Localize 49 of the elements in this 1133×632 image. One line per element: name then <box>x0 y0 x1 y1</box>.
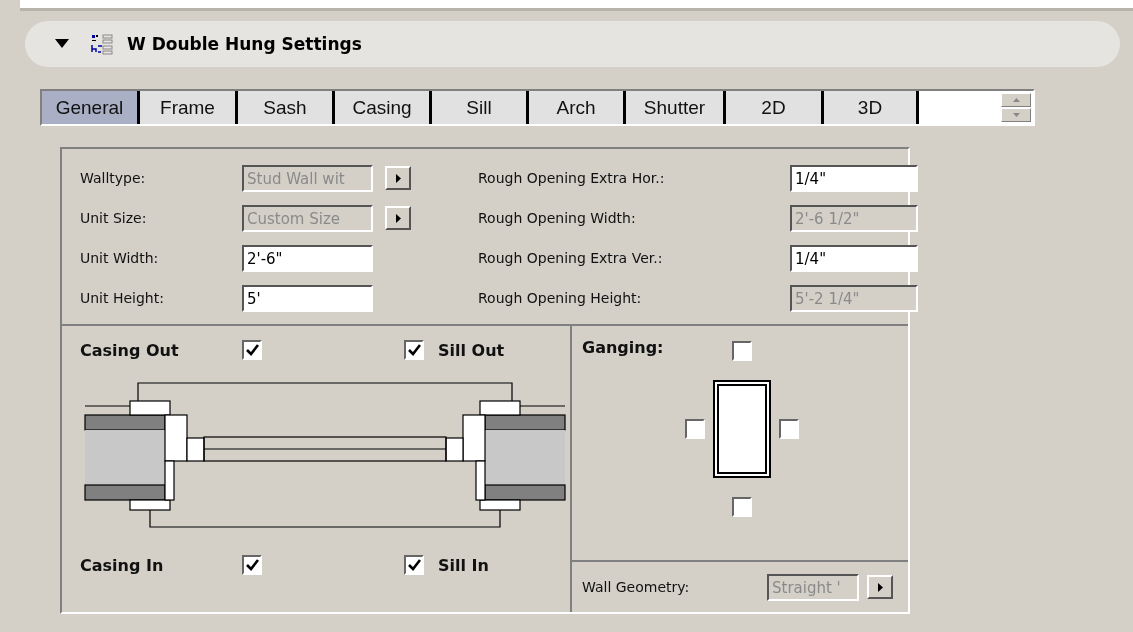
ganging-label: Ganging: <box>582 338 664 357</box>
text-field[interactable]: 1/4" <box>790 164 918 192</box>
checkbox[interactable] <box>685 419 705 439</box>
dropdown-button[interactable] <box>385 206 411 230</box>
checkbox[interactable] <box>732 497 752 517</box>
caret-icon <box>395 213 401 223</box>
tab[interactable]: 3D <box>821 91 916 124</box>
option-label: Casing In <box>80 555 165 575</box>
checkbox[interactable] <box>404 340 424 360</box>
up-arrow-icon <box>1012 98 1020 102</box>
dropdown-button[interactable] <box>385 166 411 190</box>
field-label: Unit Height: <box>80 290 165 306</box>
caret-icon <box>877 582 883 592</box>
tab[interactable]: Arch <box>526 91 623 124</box>
scroll-up-button[interactable] <box>1001 93 1031 107</box>
tab[interactable]: 2D <box>723 91 821 124</box>
section-title: W Double Hung Settings <box>127 34 362 54</box>
field-label: Unit Size: <box>80 210 148 226</box>
option-label: Casing Out <box>80 340 180 360</box>
caret-icon <box>395 173 401 183</box>
down-arrow-icon <box>1012 113 1020 117</box>
checkbox[interactable] <box>242 555 262 575</box>
field-label: Unit Width: <box>80 250 160 266</box>
field-label: Rough Opening Height: <box>478 290 643 306</box>
option-label: Sill In <box>438 555 489 575</box>
tab[interactable]: Frame <box>137 91 235 124</box>
field-label: Rough Opening Extra Ver.: <box>478 250 664 266</box>
window-unit-icon <box>713 380 771 478</box>
text-field[interactable]: 5' <box>242 284 373 312</box>
field-label: Wall Geometry: <box>582 579 691 595</box>
tab[interactable]: Sill <box>429 91 526 124</box>
field-label: Rough Opening Extra Hor.: <box>478 170 666 186</box>
tab[interactable]: Shutter <box>623 91 723 124</box>
checkbox[interactable] <box>404 555 424 575</box>
settings-list-icon <box>91 33 113 55</box>
tab[interactable]: General <box>42 91 137 124</box>
checkbox[interactable] <box>779 419 799 439</box>
checkbox[interactable] <box>732 341 752 361</box>
text-field[interactable]: 1/4" <box>790 244 918 272</box>
dropdown-button[interactable] <box>867 575 893 599</box>
tab[interactable]: Sash <box>235 91 332 124</box>
scroll-down-button[interactable] <box>1001 108 1031 122</box>
field-label: Walltype: <box>80 170 147 186</box>
expand-triangle-icon[interactable] <box>55 39 69 49</box>
option-label: Sill Out <box>438 340 505 360</box>
text-field[interactable]: 2'-6" <box>242 244 373 272</box>
tab[interactable]: Casing <box>332 91 429 124</box>
checkbox[interactable] <box>242 340 262 360</box>
field-label: Rough Opening Width: <box>478 210 637 226</box>
